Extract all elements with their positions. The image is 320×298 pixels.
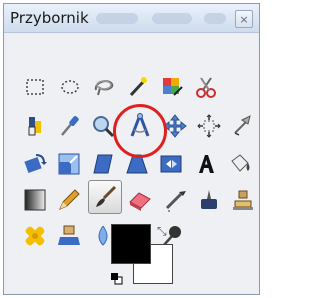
color-swatch-area: ⤡ — [111, 224, 173, 285]
blurred-title-area — [152, 13, 192, 24]
lasso-select-icon[interactable] — [87, 70, 121, 104]
close-button[interactable]: × — [235, 10, 253, 28]
pencil-icon[interactable] — [52, 183, 86, 217]
window-title: Przybornik — [10, 9, 89, 27]
paintbrush-icon[interactable] — [88, 180, 122, 214]
fuzzy-select-icon[interactable] — [121, 70, 155, 104]
foreground-select-icon[interactable] — [18, 109, 52, 143]
bucket-fill-icon[interactable] — [223, 147, 257, 181]
scissors-select-icon[interactable] — [189, 70, 223, 104]
measure-icon[interactable] — [123, 109, 157, 143]
perspective-clone-icon[interactable] — [52, 219, 86, 253]
eraser-icon[interactable] — [123, 183, 157, 217]
rect-select-icon[interactable] — [18, 70, 52, 104]
scale-icon[interactable] — [52, 147, 86, 181]
blurred-title-area — [96, 13, 138, 24]
clone-icon[interactable] — [226, 183, 260, 217]
reset-colors-icon[interactable] — [111, 270, 123, 285]
ellipse-select-icon[interactable] — [53, 70, 87, 104]
title-bar[interactable]: Przybornik × — [4, 4, 259, 33]
swap-colors-icon[interactable]: ⤡ — [157, 224, 171, 238]
text-icon[interactable] — [189, 147, 223, 181]
airbrush-icon[interactable] — [158, 183, 192, 217]
move-icon[interactable] — [158, 109, 192, 143]
toolbox-panel: ⤡ — [6, 34, 257, 292]
heal-icon[interactable] — [18, 219, 52, 253]
crop-icon[interactable] — [226, 109, 260, 143]
color-picker-icon[interactable] — [52, 109, 86, 143]
blurred-title-area — [204, 13, 226, 24]
foreground-color-swatch[interactable] — [111, 224, 151, 264]
perspective-icon[interactable] — [120, 147, 154, 181]
blend-icon[interactable] — [18, 183, 52, 217]
shear-icon[interactable] — [86, 147, 120, 181]
select-by-color-icon[interactable] — [155, 70, 189, 104]
align-icon[interactable] — [192, 109, 226, 143]
zoom-icon[interactable] — [86, 109, 120, 143]
rotate-icon[interactable] — [18, 147, 52, 181]
flip-icon[interactable] — [154, 147, 188, 181]
ink-icon[interactable] — [192, 183, 226, 217]
toolbox-window: Przybornik × ⤡ — [3, 3, 260, 295]
close-icon: × — [239, 12, 249, 26]
